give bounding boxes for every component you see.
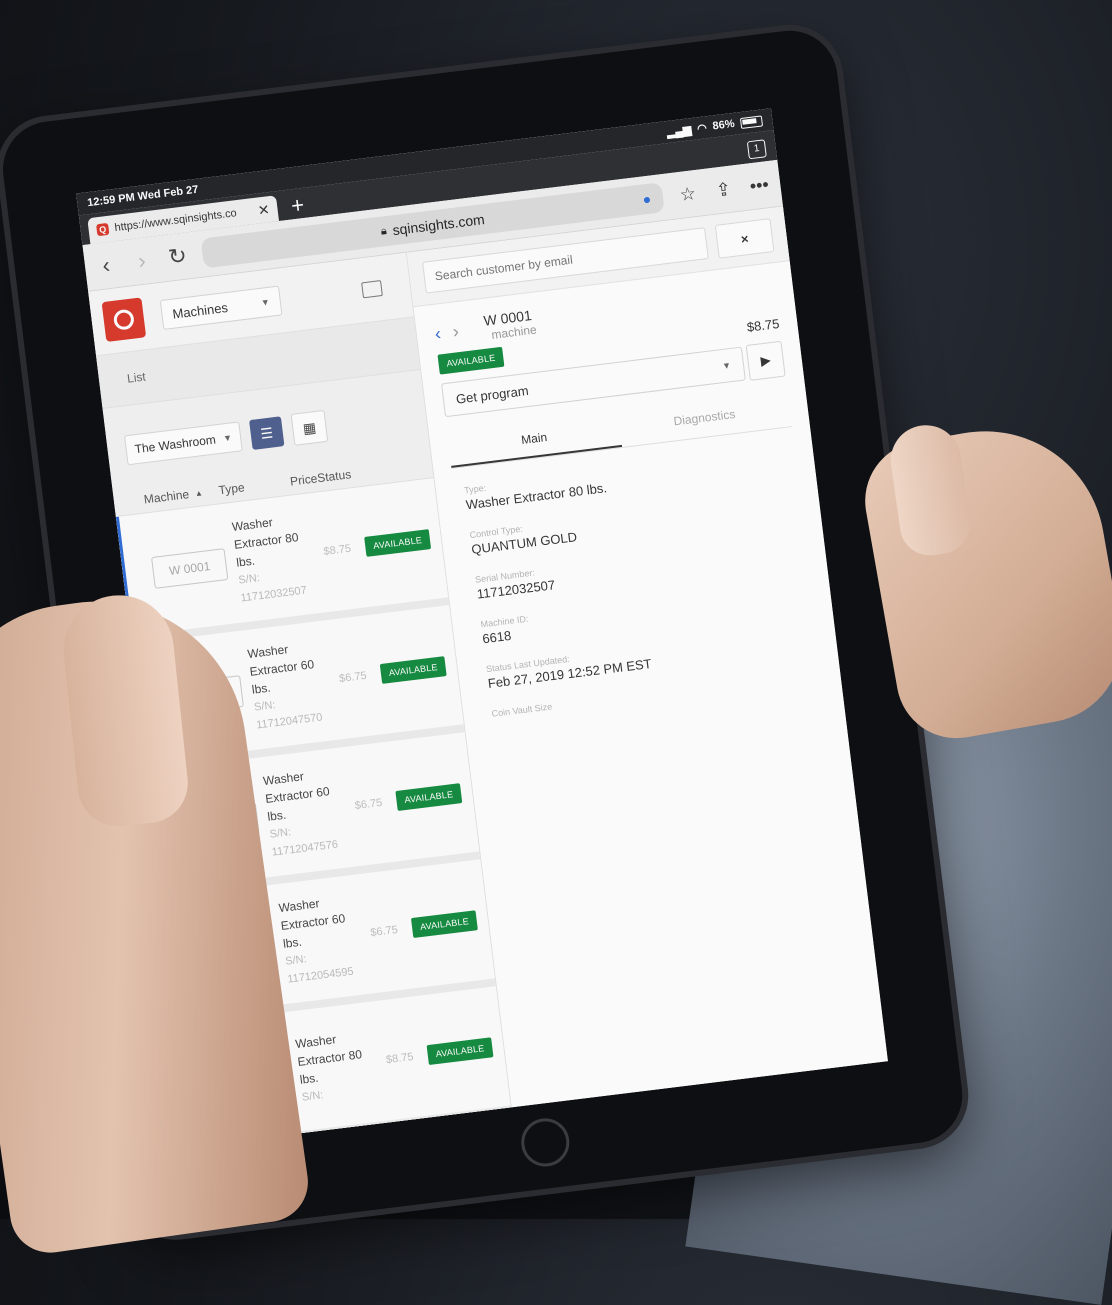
- machine-price: $6.75: [354, 796, 383, 813]
- forward-icon[interactable]: ›: [129, 247, 154, 275]
- reload-icon[interactable]: ↻: [165, 242, 190, 270]
- column-price-status[interactable]: PriceStatus: [289, 467, 352, 488]
- prev-machine-icon[interactable]: ‹: [434, 323, 443, 345]
- list-view-icon[interactable]: ☰: [249, 416, 285, 450]
- detail-price: $8.75: [745, 315, 781, 335]
- status-date: Wed Feb 27: [137, 183, 200, 204]
- status-badge: AVAILABLE: [379, 656, 447, 684]
- wifi-icon: ◠: [696, 121, 708, 135]
- list-label: List: [126, 369, 147, 386]
- status-badge: AVAILABLE: [410, 910, 478, 939]
- grid-view-icon[interactable]: ▦: [290, 409, 329, 446]
- field-value: [493, 681, 814, 720]
- chevron-down-icon: ▼: [260, 296, 271, 308]
- location-select[interactable]: The Washroom ▼: [123, 421, 243, 466]
- status-badge: AVAILABLE: [395, 783, 463, 811]
- lock-icon: 🔒︎: [380, 224, 388, 238]
- status-badge: AVAILABLE: [426, 1037, 494, 1066]
- chevron-down-icon: ▼: [222, 432, 233, 444]
- more-icon[interactable]: •••: [747, 173, 771, 197]
- play-icon[interactable]: ▶: [745, 340, 786, 381]
- machine-info: Washer Extractor 60 lbs. S/N: 1171204757…: [246, 636, 334, 735]
- column-machine[interactable]: Machine: [143, 487, 190, 506]
- machine-price: $6.75: [338, 669, 368, 686]
- machine-price: $6.75: [369, 923, 399, 940]
- program-select-value: Get program: [455, 382, 530, 407]
- section-select-value: Machines: [171, 299, 229, 322]
- back-icon[interactable]: ‹: [94, 251, 119, 279]
- mic-icon[interactable]: ●: [642, 191, 652, 208]
- logo-glyph-icon: [112, 308, 136, 331]
- status-time: 12:59 PM: [86, 191, 136, 210]
- sort-asc-icon: ▲: [194, 487, 204, 498]
- address-text: sqinsights.com: [391, 211, 486, 239]
- expand-icon[interactable]: [361, 280, 383, 299]
- battery-percent: 86%: [711, 117, 736, 133]
- new-tab-button[interactable]: +: [284, 191, 312, 220]
- tab-count-button[interactable]: 1: [746, 139, 767, 160]
- machine-info: Washer Extractor 60 lbs. S/N: 1171204757…: [262, 763, 350, 862]
- next-machine-icon[interactable]: ›: [452, 321, 461, 343]
- battery-icon: [739, 114, 764, 129]
- machine-info: Washer Extractor 80 lbs. S/N:: [294, 1026, 380, 1107]
- section-select[interactable]: Machines ▼: [159, 285, 283, 330]
- machine-price: $8.75: [322, 542, 352, 559]
- machine-info: Washer Extractor 60 lbs. S/N: 1171205459…: [278, 890, 366, 989]
- column-type[interactable]: Type: [218, 480, 246, 497]
- chevron-down-icon: ▼: [721, 360, 732, 372]
- favicon-icon: Q: [96, 222, 110, 237]
- clear-button[interactable]: ×: [714, 218, 775, 259]
- signal-icon: ▂▄▆: [666, 123, 693, 139]
- home-button[interactable]: [518, 1115, 573, 1170]
- share-icon[interactable]: ⇪: [711, 178, 735, 202]
- app-logo[interactable]: [101, 297, 147, 342]
- status-badge: AVAILABLE: [364, 529, 432, 557]
- machine-price: $8.75: [385, 1050, 415, 1067]
- star-icon[interactable]: ☆: [676, 182, 700, 206]
- detail-fields: Type: Washer Extractor 80 lbs. Control T…: [434, 425, 845, 758]
- tab-close-icon[interactable]: ✕: [257, 201, 271, 219]
- machine-info: Washer Extractor 80 lbs. S/N: 1171203250…: [231, 509, 319, 608]
- machine-id: W 0001: [151, 548, 229, 589]
- location-select-value: The Washroom: [133, 432, 217, 457]
